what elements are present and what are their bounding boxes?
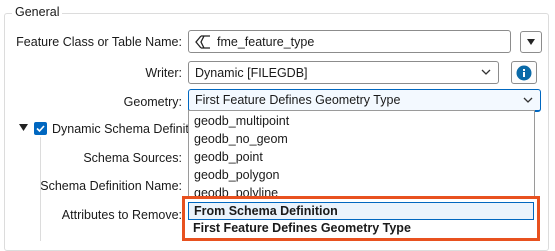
writer-info-button[interactable]: [511, 61, 537, 84]
geometry-label: Geometry:: [123, 95, 182, 109]
dropdown-option[interactable]: geodb_no_geom: [189, 130, 534, 148]
writer-label: Writer:: [145, 66, 182, 80]
schema-definition-name-label: Schema Definition Name:: [40, 179, 182, 193]
geometry-value: First Feature Defines Geometry Type: [195, 93, 401, 107]
dropdown-option[interactable]: geodb_polygon: [189, 166, 534, 184]
checkmark-icon: [36, 125, 45, 133]
info-icon: [516, 65, 532, 80]
feature-class-label: Feature Class or Table Name:: [16, 35, 182, 49]
dropdown-option-from-schema[interactable]: From Schema Definition: [188, 202, 534, 220]
dynamic-schema-label: Dynamic Schema Definiti: [52, 122, 188, 136]
feature-class-menu-button[interactable]: [520, 31, 542, 53]
feature-type-icon: [195, 34, 211, 49]
feature-class-field[interactable]: fme_feature_type: [188, 30, 511, 53]
schema-sources-label: Schema Sources:: [83, 151, 182, 165]
chevron-down-icon: [481, 69, 491, 75]
dynamic-schema-checkbox[interactable]: [34, 122, 47, 135]
attributes-to-remove-label: Attributes to Remove:: [61, 208, 182, 222]
geometry-select[interactable]: First Feature Defines Geometry Type: [188, 89, 541, 112]
dropdown-option-first-feature[interactable]: First Feature Defines Geometry Type: [188, 220, 534, 238]
dropdown-option[interactable]: geodb_multipoint: [189, 111, 534, 130]
section-title: General: [12, 5, 63, 19]
dropdown-option[interactable]: geodb_polyline: [189, 184, 534, 196]
triangle-down-icon: [527, 39, 535, 45]
dropdown-option[interactable]: geodb_point: [189, 148, 534, 166]
writer-select[interactable]: Dynamic [FILEGDB]: [188, 61, 499, 84]
collapse-triangle-icon[interactable]: [19, 124, 28, 132]
chevron-down-icon: [523, 97, 533, 103]
feature-class-value: fme_feature_type: [217, 34, 315, 49]
highlight-callout: From Schema Definition First Feature Def…: [182, 196, 540, 241]
writer-value: Dynamic [FILEGDB]: [195, 65, 308, 80]
geometry-dropdown-list: geodb_multipoint geodb_no_geom geodb_poi…: [188, 110, 535, 196]
